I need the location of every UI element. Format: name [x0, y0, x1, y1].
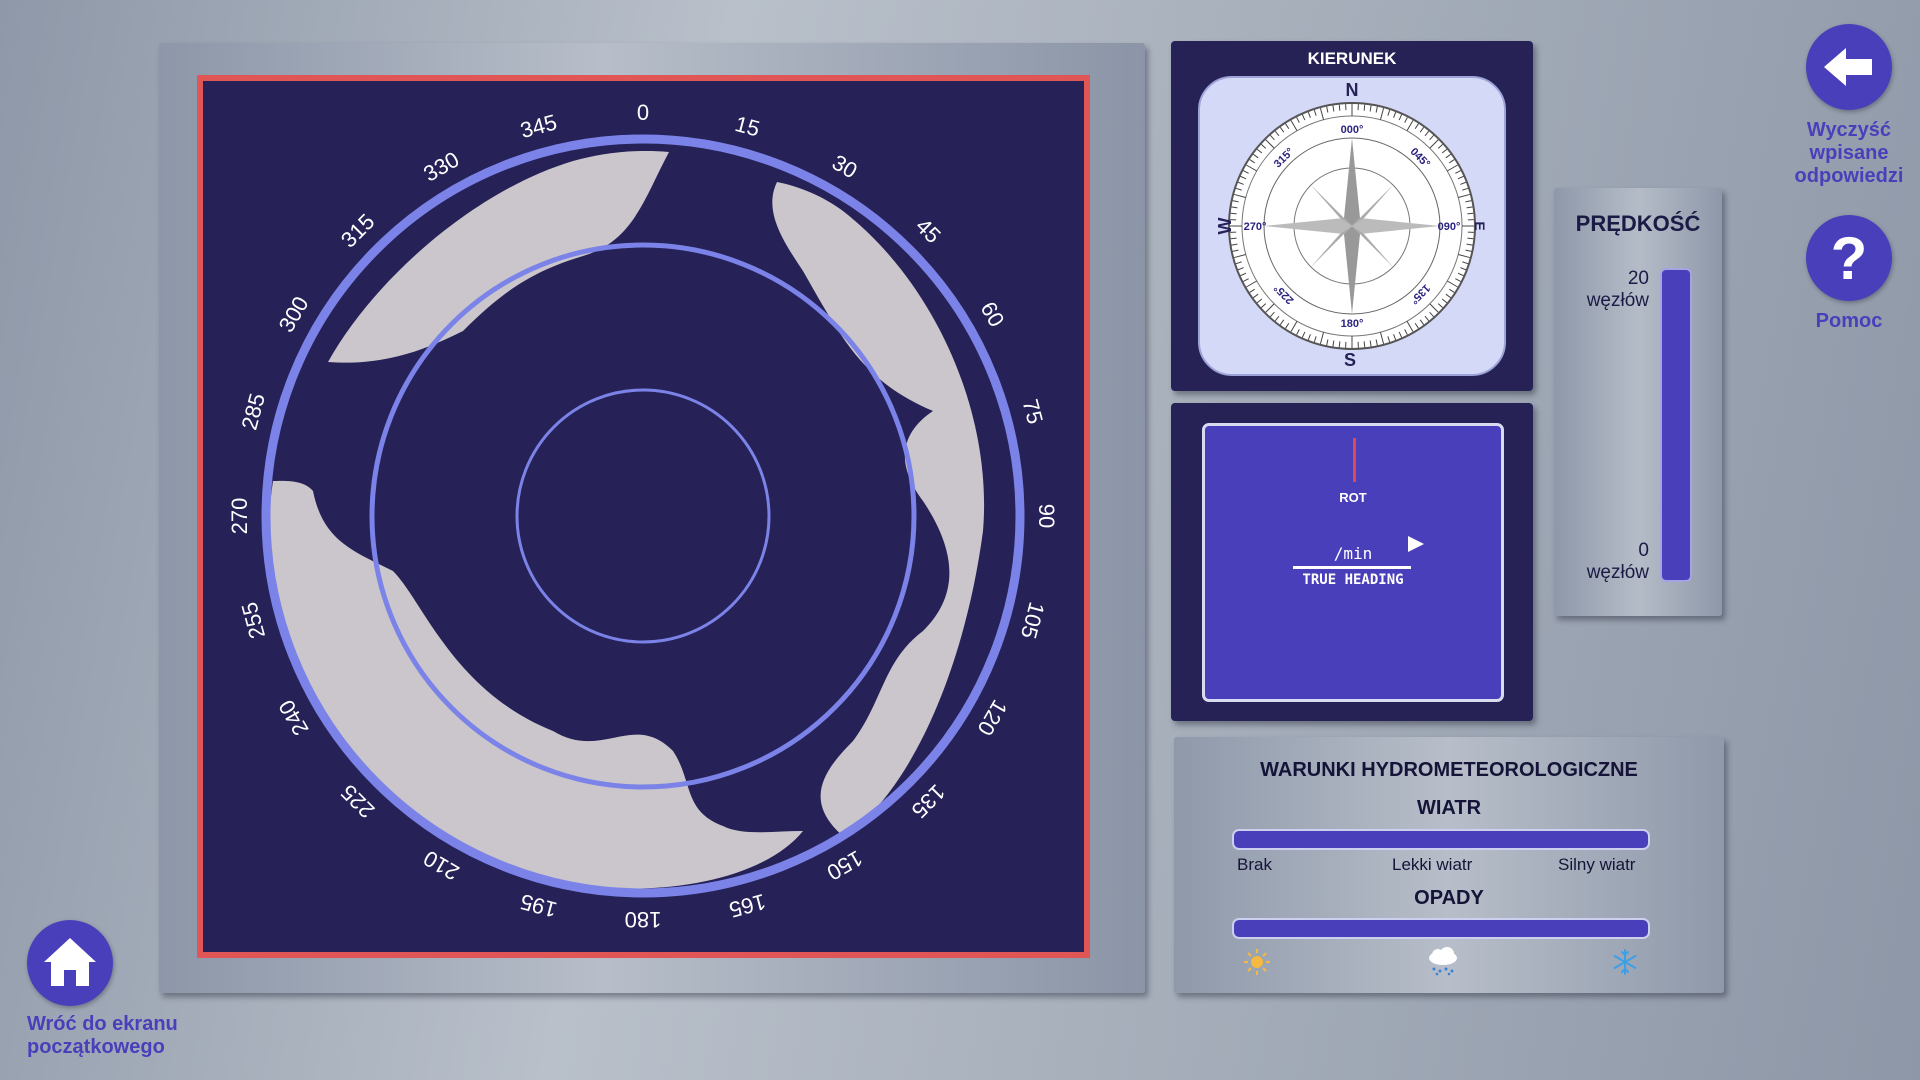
snowflake-icon — [1613, 949, 1637, 975]
bearing-label: 90 — [1034, 504, 1059, 528]
weather-panel: WARUNKI HYDROMETEOROLOGICZNE WIATR Brak … — [1174, 737, 1724, 993]
compass-degree-label: 180° — [1341, 318, 1364, 330]
wind-slider[interactable] — [1232, 829, 1650, 850]
speed-panel: PRĘDKOŚĆ 20 węzłów 0 węzłów — [1554, 188, 1722, 616]
compass-title: KIERUNEK — [1307, 49, 1397, 68]
back-arrow-icon — [1824, 48, 1872, 86]
true-heading-label: TRUE HEADING — [1302, 572, 1404, 588]
rain-cloud-icon — [1429, 947, 1457, 976]
bearing-label: 270 — [227, 498, 252, 535]
bearing-label: 180 — [625, 907, 662, 932]
speed-min-value: 0 — [1638, 540, 1649, 561]
rot-label: ROT — [1339, 490, 1367, 505]
heading-display: ROT /min TRUE HEADING — [1202, 423, 1504, 702]
rate-unit: /min — [1333, 544, 1373, 563]
compass-west: W — [1215, 218, 1235, 235]
compass-south: S — [1344, 350, 1356, 370]
compass-degree-label: 090° — [1438, 221, 1461, 233]
wind-label-light: Lekki wiatr — [1392, 855, 1473, 874]
precip-title: OPADY — [1414, 887, 1484, 909]
speed-max-value: 20 — [1627, 268, 1649, 289]
home-label[interactable]: Wróć do ekranu początkowego — [27, 1013, 227, 1059]
speed-max-unit: węzłów — [1586, 290, 1649, 311]
radar-chart: 0 153045607590105120135150165180195210225… — [203, 81, 1084, 952]
speed-slider[interactable] — [1660, 268, 1692, 582]
compass-degree-label: 270° — [1244, 221, 1267, 233]
weather-title: WARUNKI HYDROMETEOROLOGICZNE — [1260, 759, 1638, 781]
radar-display[interactable]: 0 15 30 45 60 75 90 105 120 135 150 165 180 195 210 225… — [197, 75, 1090, 958]
wind-label-none: Brak — [1237, 855, 1272, 874]
compass-degree-label: 000° — [1341, 124, 1364, 136]
compass-rose-box[interactable]: N S W E 000° 045° 090° 135° 180° 225° 270° 315° — [1198, 76, 1506, 376]
bearing-label: 0 — [637, 100, 649, 125]
svg-text:?: ? — [1831, 225, 1868, 292]
compass-north: N — [1346, 80, 1359, 100]
clear-answers-label[interactable]: Wyczyść wpisane odpowiedzi — [1779, 119, 1919, 188]
rot-needle — [1353, 438, 1356, 482]
heading-divider — [1293, 566, 1411, 569]
help-button[interactable]: ? — [1806, 215, 1892, 301]
speed-min-label: 0 węzłów — [1587, 540, 1649, 584]
compass-panel: KIERUNEK N S W E 000° 045° 090° 135° 180° 225… — [1171, 41, 1533, 391]
clear-answers-button[interactable] — [1806, 24, 1892, 110]
precip-slider[interactable] — [1232, 918, 1650, 939]
sun-icon — [1244, 949, 1270, 975]
help-label[interactable]: Pomoc — [1779, 310, 1919, 333]
compass-rose-icon: N S W E 000°045°090°135°180°225°270°315° — [1215, 80, 1488, 370]
question-mark-icon: ? — [1831, 225, 1868, 292]
radar-panel: 0 15 30 45 60 75 90 105 120 135 150 165 180 195 210 225… — [159, 43, 1145, 993]
speed-max-label: 20 węzłów — [1587, 268, 1649, 312]
speed-min-unit: węzłów — [1586, 562, 1649, 583]
home-icon — [44, 938, 96, 986]
wind-label-strong: Silny wiatr — [1558, 855, 1636, 874]
speed-title: PRĘDKOŚĆ — [1575, 211, 1701, 236]
compass-east: E — [1472, 221, 1488, 230]
wind-title: WIATR — [1416, 797, 1482, 819]
home-button[interactable] — [27, 920, 113, 1006]
heading-panel: ROT /min TRUE HEADING — [1171, 403, 1533, 721]
